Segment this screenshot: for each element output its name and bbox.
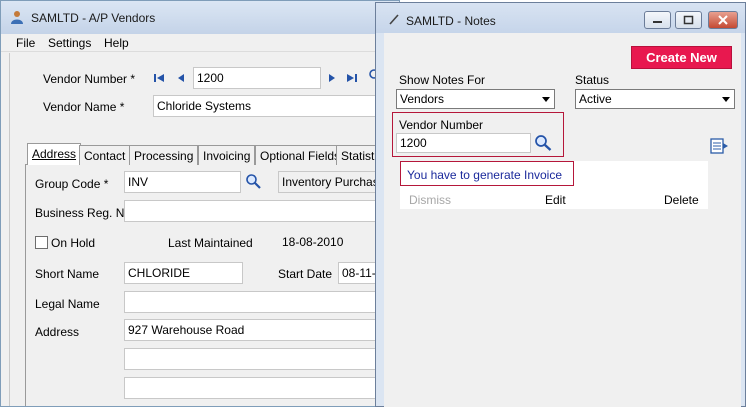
status-select[interactable]: Active — [575, 89, 735, 109]
vendors-window-title: SAMLTD - A/P Vendors — [31, 11, 156, 25]
menu-bar: File Settings Help — [1, 34, 399, 52]
tab-address-label: Address — [32, 147, 77, 161]
minimize-icon — [653, 21, 662, 23]
status-label: Status — [575, 73, 610, 87]
tab-processing[interactable]: Processing — [129, 145, 199, 165]
menu-file[interactable]: File — [16, 36, 35, 50]
legal-name-label: Legal Name — [35, 297, 100, 311]
business-reg-label: Business Reg. No. — [35, 206, 135, 220]
notes-vendor-number-input[interactable]: 1200 — [396, 133, 531, 153]
note-text: You have to generate Invoice — [407, 168, 563, 182]
address-line-1-input[interactable]: 927 Warehouse Road — [124, 319, 399, 341]
previous-record-icon[interactable] — [176, 72, 186, 84]
vendor-name-label: Vendor Name * — [43, 100, 125, 114]
notes-panel: Create New Show Notes For Vendors Status… — [384, 33, 741, 407]
vendor-number-label: Vendor Number * — [43, 72, 136, 86]
menu-help[interactable]: Help — [104, 36, 129, 50]
close-button[interactable] — [708, 11, 738, 29]
notes-title-bar[interactable]: SAMLTD - Notes — [376, 3, 745, 33]
export-icon[interactable] — [710, 137, 732, 155]
group-code-finder-icon[interactable] — [245, 173, 261, 189]
chevron-down-icon — [542, 97, 550, 102]
close-icon — [718, 15, 728, 25]
vendor-tabs: Address Contact Processing Invoicing Opt… — [25, 143, 399, 166]
show-notes-for-select[interactable]: Vendors — [396, 89, 555, 109]
show-notes-for-label: Show Notes For — [399, 73, 486, 87]
group-code-input[interactable]: INV — [124, 171, 241, 193]
notes-window-title: SAMLTD - Notes — [406, 14, 496, 28]
vendor-finder-icon[interactable] — [534, 134, 552, 151]
minimize-button[interactable] — [644, 11, 671, 29]
tab-processing-label: Processing — [134, 149, 194, 163]
tab-address[interactable]: Address — [27, 143, 82, 166]
delete-button[interactable]: Delete — [664, 193, 699, 207]
tab-invoicing-label: Invoicing — [203, 149, 251, 163]
business-reg-input[interactable] — [124, 200, 399, 222]
notes-vendor-number-label: Vendor Number — [399, 118, 484, 132]
address-line-2-input[interactable] — [124, 348, 399, 370]
vendors-title-bar[interactable]: SAMLTD - A/P Vendors — [1, 1, 399, 34]
on-hold-label: On Hold — [51, 236, 96, 250]
group-code-label: Group Code * — [35, 177, 109, 191]
tab-optional-fields[interactable]: Optional Fields — [255, 145, 346, 165]
next-record-icon[interactable] — [327, 72, 337, 84]
maximize-button[interactable] — [675, 11, 702, 29]
pen-icon — [389, 14, 399, 25]
vendor-number-input[interactable]: 1200 — [193, 67, 321, 89]
tab-invoicing[interactable]: Invoicing — [198, 145, 256, 165]
last-record-icon[interactable] — [346, 72, 358, 84]
show-notes-for-value: Vendors — [400, 92, 445, 106]
chevron-down-icon — [722, 97, 730, 102]
address-line-3-input[interactable] — [124, 377, 399, 399]
maximize-icon — [683, 15, 694, 25]
dismiss-button[interactable]: Dismiss — [409, 193, 451, 207]
notes-window: SAMLTD - Notes Create New Show Notes For… — [375, 2, 746, 407]
last-maintained-label: Last Maintained — [168, 236, 253, 250]
create-new-button[interactable]: Create New — [631, 46, 732, 69]
short-name-label: Short Name — [35, 267, 100, 281]
tab-optional-fields-label: Optional Fields — [260, 149, 341, 163]
vendors-window: SAMLTD - A/P Vendors File Settings Help … — [0, 0, 400, 407]
status-value: Active — [579, 92, 612, 106]
legal-name-input[interactable] — [124, 291, 399, 313]
first-record-icon[interactable] — [153, 72, 165, 84]
on-hold-checkbox[interactable] — [35, 236, 48, 249]
user-icon — [11, 11, 23, 24]
menu-settings[interactable]: Settings — [48, 36, 91, 50]
address-label: Address — [35, 325, 80, 339]
vendor-name-input[interactable]: Chloride Systems — [153, 95, 398, 117]
tab-contact-label: Contact — [84, 149, 126, 163]
note-card: You have to generate Invoice Dismiss Edi… — [400, 161, 708, 209]
edit-button[interactable]: Edit — [545, 193, 566, 207]
tab-contact[interactable]: Contact — [79, 145, 131, 165]
short-name-input[interactable]: CHLORIDE — [124, 262, 243, 284]
start-date-label: Start Date — [278, 267, 333, 281]
